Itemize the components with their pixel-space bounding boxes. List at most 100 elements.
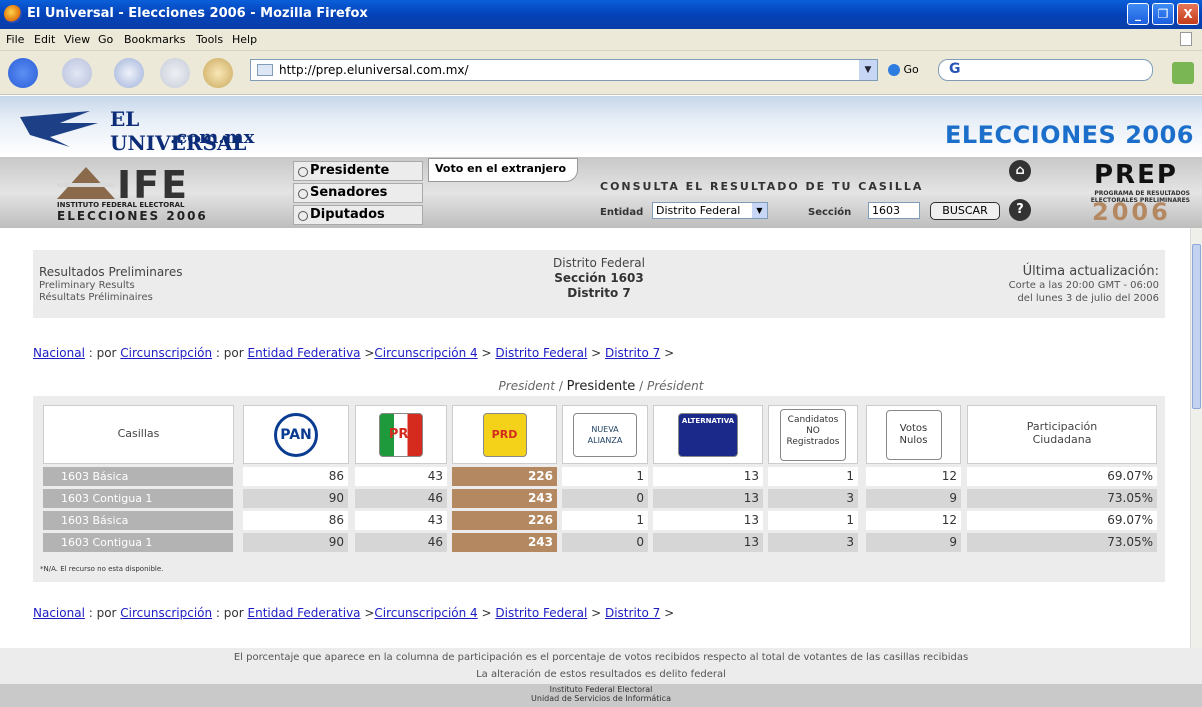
table-cell: 43 (355, 467, 447, 486)
menu-bookmarks[interactable]: Bookmarks (124, 33, 185, 46)
menu-senadores[interactable]: Senadores (293, 183, 423, 203)
crumb-entidad-federativa[interactable]: Entidad Federativa (248, 606, 361, 620)
results-title-es: Resultados Preliminares (39, 265, 183, 279)
ife-logo[interactable]: IFE INSTITUTO FEDERAL ELECTORAL ELECCION… (55, 163, 255, 223)
crumb-circunscripcion-4[interactable]: Circunscripción 4 (374, 606, 477, 620)
crumb-sep: : por (212, 346, 248, 360)
menu-diputados[interactable]: Diputados (293, 205, 423, 225)
crumb-circunscripcion-4[interactable]: Circunscripción 4 (374, 346, 477, 360)
eluniversal-logo[interactable]: EL UNIVERSAL .com.mx (20, 103, 280, 155)
menu-edit[interactable]: Edit (34, 33, 55, 46)
table-cell: 43 (355, 511, 447, 530)
table-cell: 9 (866, 489, 961, 508)
table-cell: 12 (866, 467, 961, 486)
seccion-label: Sección (808, 207, 852, 218)
row-label: 1603 Básica (43, 511, 233, 530)
crumb-sep: : por (212, 606, 248, 620)
table-cell: 9 (866, 533, 961, 552)
consulta-title: CONSULTA EL RESULTADO DE TU CASILLA (600, 180, 924, 193)
row-label: 1603 Contigua 1 (43, 533, 233, 552)
menu-view[interactable]: View (64, 33, 90, 46)
table-cell: 0 (562, 533, 648, 552)
table-cell: 1 (562, 467, 648, 486)
results-distrito: Distrito 7 (567, 286, 631, 300)
participacion-label: Participación Ciudadana (1026, 420, 1098, 446)
maximize-button[interactable]: ❐ (1152, 3, 1174, 25)
participacion-cell: 69.07% (967, 467, 1157, 486)
crumb-entidad-federativa[interactable]: Entidad Federativa (248, 346, 361, 360)
go-label: Go (903, 63, 919, 76)
crumb-circunscripcion[interactable]: Circunscripción (120, 346, 212, 360)
table-note: *N/A. El recurso no esta disponible. (40, 565, 164, 573)
chevron-down-icon: ▼ (752, 203, 767, 218)
corte-time: Corte a las 20:00 GMT - 06:00 (1008, 280, 1159, 291)
table-cell: 0 (562, 489, 648, 508)
chevron-down-icon[interactable]: ▼ (859, 60, 877, 80)
entidad-select[interactable]: Distrito Federal ▼ (652, 202, 768, 219)
table-cell: 46 (355, 489, 447, 508)
menu-bar: File Edit View Go Bookmarks Tools Help (0, 29, 1202, 51)
crumb-distrito-7[interactable]: Distrito 7 (605, 346, 660, 360)
pri-header: PRI (355, 405, 447, 464)
table-cell: 13 (653, 489, 763, 508)
menu-tools[interactable]: Tools (196, 33, 223, 46)
prd-header: PRD (452, 405, 557, 464)
table-cell: 86 (243, 467, 348, 486)
prep-title: PREP (1094, 160, 1178, 190)
table-cell: 90 (243, 533, 348, 552)
corte-date: del lunes 3 de julio del 2006 (1017, 293, 1159, 304)
voto-extranjero-tab[interactable]: Voto en el extranjero (428, 158, 578, 182)
back-icon[interactable] (8, 58, 38, 88)
extension-icon[interactable] (1172, 62, 1194, 84)
crumb-distrito-federal[interactable]: Distrito Federal (495, 606, 587, 620)
row-label: 1603 Contigua 1 (43, 489, 233, 508)
elecciones-title: ELECCIONES 2006 (944, 121, 1194, 149)
home-icon[interactable]: ⌂ (1009, 160, 1031, 182)
prep-logo: PREP PROGRAMA DE RESULTADOS ELECTORALES … (1050, 160, 1190, 226)
close-button[interactable]: X (1177, 3, 1199, 25)
menu-presidente[interactable]: Presidente (293, 161, 423, 181)
participacion-cell: 69.07% (967, 511, 1157, 530)
seccion-input[interactable]: 1603 (868, 202, 920, 219)
crumb-distrito-7[interactable]: Distrito 7 (605, 606, 660, 620)
table-cell: 1 (768, 467, 858, 486)
results-header: Resultados Preliminares Preliminary Resu… (33, 250, 1165, 318)
crumb-sep: : por (84, 606, 121, 620)
breadcrumb-bottom: Nacional : por Circunscripción : por Ent… (33, 606, 674, 620)
nulos-label: Votos Nulos (885, 409, 942, 460)
president-en: President (498, 379, 555, 393)
crumb-nacional[interactable]: Nacional (33, 346, 85, 360)
table-cell: 226 (452, 511, 557, 530)
menu-file[interactable]: File (6, 33, 24, 46)
home-icon[interactable] (203, 58, 233, 88)
crumb-distrito-federal[interactable]: Distrito Federal (495, 346, 587, 360)
table-cell: 243 (452, 533, 557, 552)
reload-icon[interactable] (114, 58, 144, 88)
nueva-alianza-header: NUEVA ALIANZA (562, 405, 648, 464)
table-cell: 13 (653, 511, 763, 530)
forward-icon[interactable] (62, 58, 92, 88)
stop-icon[interactable] (160, 58, 190, 88)
crumb-nacional[interactable]: Nacional (33, 606, 85, 620)
crumb-sep: > (477, 346, 496, 360)
casillas-label: Casillas (117, 427, 160, 440)
table-cell: 86 (243, 511, 348, 530)
menu-go[interactable]: Go (98, 33, 113, 46)
cnr-header: Candidatos NO Registrados (768, 405, 858, 464)
crumb-circunscripcion[interactable]: Circunscripción (120, 606, 212, 620)
minimize-button[interactable]: _ (1127, 3, 1149, 25)
help-icon[interactable]: ? (1009, 199, 1031, 221)
participacion-header: Participación Ciudadana (967, 405, 1157, 464)
nulos-header: Votos Nulos (866, 405, 961, 464)
search-input[interactable]: G (938, 59, 1153, 81)
scrollbar[interactable] (1190, 228, 1202, 648)
prep-year: 2006 (1092, 198, 1171, 226)
menu-help[interactable]: Help (232, 33, 257, 46)
table-cell: 3 (768, 489, 858, 508)
go-button[interactable]: Go (888, 63, 919, 76)
buscar-button[interactable]: BUSCAR (930, 202, 1000, 220)
page-icon (1180, 32, 1192, 46)
url-bar[interactable]: http://prep.eluniversal.com.mx/ ▼ (250, 59, 878, 81)
table-cell: 13 (653, 533, 763, 552)
nueva-alianza-logo: NUEVA ALIANZA (573, 412, 637, 457)
